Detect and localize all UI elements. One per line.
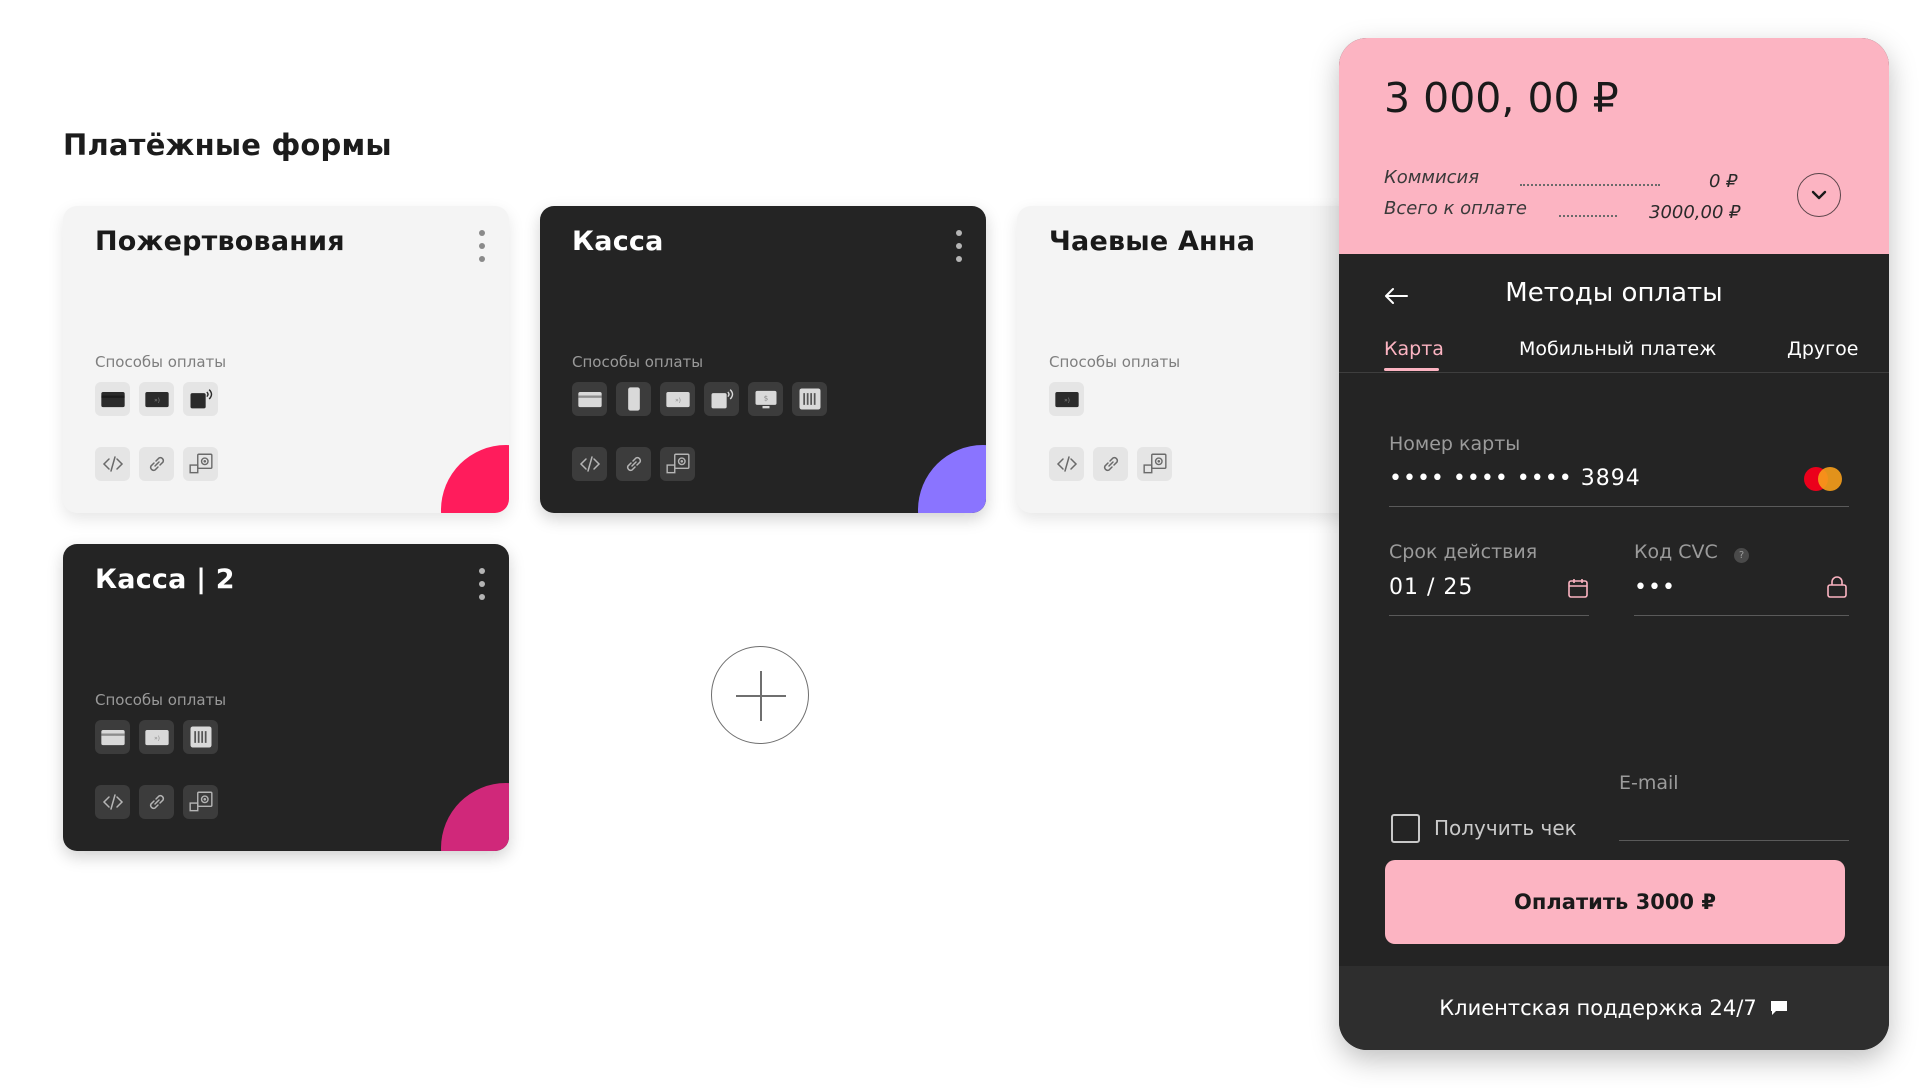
expiry-label: Срок действия [1389, 541, 1538, 563]
pay-button[interactable]: Оплатить 3000 ₽ [1385, 860, 1845, 944]
card-title: Касса | 2 [95, 564, 235, 595]
card-number-label: Номер карты [1389, 433, 1521, 455]
receipt-checkbox[interactable] [1391, 814, 1420, 843]
nfc-card-icon [139, 382, 174, 416]
widget-header: 3 000, 00 ₽ Коммисия 0 ₽ Всего к оплате … [1339, 38, 1889, 254]
payment-methods-label: Способы оплаты [95, 353, 227, 371]
chat-icon [1770, 1001, 1787, 1015]
add-form-button[interactable] [711, 646, 809, 744]
card-icon [95, 382, 130, 416]
barcode-icon [792, 382, 827, 416]
page-title: Платёжные формы [63, 128, 392, 162]
support-footer[interactable]: Клиентская поддержка 24/7 [1339, 966, 1889, 1050]
accent-corner [441, 783, 509, 851]
more-options-icon[interactable] [477, 568, 487, 600]
cvc-underline [1634, 615, 1849, 616]
contactless-icon [183, 382, 218, 416]
payment-widget: 3 000, 00 ₽ Коммисия 0 ₽ Всего к оплате … [1339, 38, 1889, 1050]
link-icon[interactable] [616, 447, 651, 481]
card-number-input[interactable]: •••• •••• •••• 3894 [1389, 466, 1641, 491]
support-label: Клиентская поддержка 24/7 [1439, 996, 1757, 1020]
payment-form-card[interactable]: Касса | 2 Способы оплаты [63, 544, 509, 851]
tab-other[interactable]: Другое [1787, 338, 1858, 360]
payment-form-card[interactable]: Касса Способы оплаты [540, 206, 986, 513]
code-icon[interactable] [95, 447, 130, 481]
accent-corner [441, 445, 509, 513]
fee-label: Коммисия [1384, 167, 1480, 188]
qr-icon[interactable] [183, 447, 218, 481]
expiry-underline [1389, 615, 1589, 616]
payment-methods-label: Способы оплаты [1049, 353, 1181, 371]
card-icon [572, 382, 607, 416]
tab-mobile-payment[interactable]: Мобильный платеж [1519, 338, 1716, 360]
code-icon[interactable] [95, 785, 130, 819]
more-options-icon[interactable] [477, 230, 487, 262]
card-title: Касса [572, 226, 664, 257]
fee-leader [1520, 184, 1660, 186]
payment-amount: 3 000, 00 ₽ [1384, 74, 1619, 122]
fee-value: 0 ₽ [1709, 171, 1738, 192]
email-label: E-mail [1619, 772, 1679, 794]
code-icon[interactable] [1049, 447, 1084, 481]
nfc-card-icon [139, 720, 174, 754]
contactless-icon [704, 382, 739, 416]
total-value: 3000,00 ₽ [1649, 202, 1741, 223]
accent-corner [918, 445, 986, 513]
cvc-input[interactable]: ••• [1634, 575, 1676, 600]
chevron-down-icon [1811, 190, 1827, 200]
code-icon[interactable] [572, 447, 607, 481]
mastercard-icon [1804, 467, 1842, 491]
payment-methods-label: Способы оплаты [572, 353, 704, 371]
cvc-label: Код CVC [1634, 541, 1718, 563]
receipt-label: Получить чек [1434, 816, 1577, 840]
calendar-icon[interactable] [1567, 577, 1589, 599]
more-options-icon[interactable] [954, 230, 964, 262]
total-leader [1559, 215, 1617, 217]
link-icon[interactable] [139, 447, 174, 481]
card-number-underline [1389, 506, 1849, 507]
total-label: Всего к оплате [1384, 198, 1527, 219]
help-icon[interactable]: ? [1734, 548, 1749, 563]
phone-icon [616, 382, 651, 416]
link-icon[interactable] [1093, 447, 1128, 481]
link-icon[interactable] [139, 785, 174, 819]
terminal-icon [748, 382, 783, 416]
details-toggle[interactable] [1797, 173, 1841, 217]
nfc-card-icon [1049, 382, 1084, 416]
card-icon [95, 720, 130, 754]
tabs-divider [1339, 372, 1889, 373]
payment-methods-title: Методы оплаты [1505, 278, 1723, 308]
barcode-icon [183, 720, 218, 754]
nfc-card-icon [660, 382, 695, 416]
qr-icon[interactable] [660, 447, 695, 481]
lock-icon [1827, 576, 1847, 598]
qr-icon[interactable] [183, 785, 218, 819]
tab-card[interactable]: Карта [1384, 338, 1444, 360]
card-title: Пожертвования [95, 226, 345, 257]
expiry-input[interactable]: 01 / 25 [1389, 575, 1473, 600]
card-title: Чаевые Анна [1049, 226, 1256, 257]
payment-form-card[interactable]: Пожертвования Способы оплаты [63, 206, 509, 513]
email-input[interactable] [1619, 840, 1849, 841]
payment-methods-label: Способы оплаты [95, 691, 227, 709]
active-tab-indicator [1384, 368, 1439, 371]
qr-icon[interactable] [1137, 447, 1172, 481]
